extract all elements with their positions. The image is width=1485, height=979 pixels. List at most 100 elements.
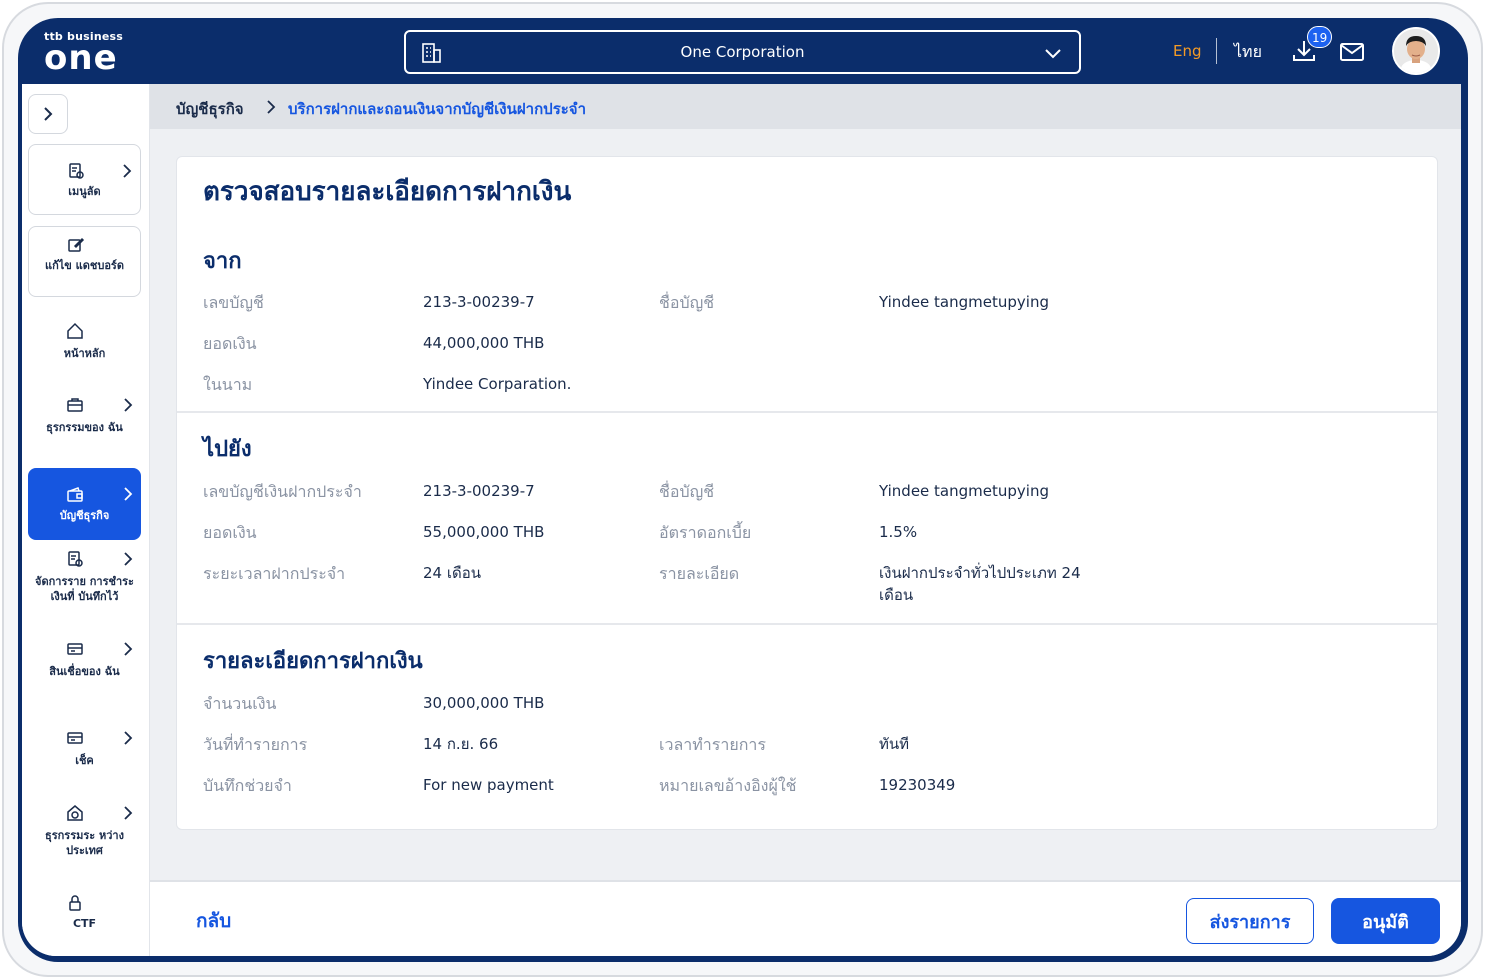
sidebar-item-my-transactions[interactable]: ธุรกรรมของ ฉัน xyxy=(28,384,141,456)
deposit-date: 14 ก.ย. 66 xyxy=(423,735,499,753)
approve-button[interactable]: อนุมัติ xyxy=(1331,898,1440,944)
sidebar-item-edit-dashboard[interactable]: แก้ไข แดชบอร์ด xyxy=(28,226,141,297)
to-term: 24 เดือน xyxy=(423,564,481,582)
deposit-memo: For new payment xyxy=(423,776,554,794)
deposit-amount: 30,000,000 THB xyxy=(423,694,545,712)
to-detail-label: รายละเอียด xyxy=(659,564,740,583)
deposit-time-label: เวลาทำรายการ xyxy=(659,735,766,754)
from-account-no: 213-3-00239-7 xyxy=(423,293,535,311)
lang-divider xyxy=(1216,38,1217,64)
home-icon xyxy=(67,322,83,339)
to-account-no: 213-3-00239-7 xyxy=(423,482,535,500)
submit-button[interactable]: ส่งรายการ xyxy=(1186,898,1314,944)
sidebar-item-label: จัดการราย การชำระเงินที่ บันทึกไว้ xyxy=(35,575,134,603)
sidebar-item-saved-payments[interactable]: จัดการราย การชำระเงินที่ บันทึกไว้ xyxy=(28,550,141,640)
sidebar-item-my-loans[interactable]: สินเชื่อของ ฉัน xyxy=(28,640,141,712)
section-divider xyxy=(177,411,1437,413)
lang-thai-button[interactable]: ไทย xyxy=(1234,40,1262,65)
avatar-photo xyxy=(1394,29,1438,73)
sidebar-item-shortcut-menu[interactable]: เมนูลัด xyxy=(28,144,141,215)
page-title: ตรวจสอบรายละเอียดการฝากเงิน xyxy=(203,177,572,207)
sidebar-item-label: เช็ค xyxy=(75,754,94,767)
download-count-badge: 19 xyxy=(1307,26,1333,48)
breadcrumb-current: บริการฝากและถอนเงินจากบัญชีเงินฝากประจำ xyxy=(288,100,587,118)
to-section-title: ไปยัง xyxy=(203,437,252,462)
app-window: ttb business one One Corporation Eng ไทย… xyxy=(18,18,1468,962)
chevron-right-icon xyxy=(124,552,133,566)
sidebar-item-label: สินเชื่อของ ฉัน xyxy=(49,665,120,678)
sidebar-item-label: ธุรกรรมของ ฉัน xyxy=(46,421,123,434)
deposit-ref: 19230349 xyxy=(879,776,956,794)
chevron-right-icon xyxy=(124,642,133,656)
edit-icon xyxy=(68,237,85,252)
briefcase-icon xyxy=(67,398,83,412)
chevron-right-icon xyxy=(44,107,53,121)
lock-icon xyxy=(69,895,81,911)
from-on-behalf-label: ในนาม xyxy=(203,375,253,394)
wallet-icon xyxy=(67,487,83,502)
deposit-amount-label: จำนวนเงิน xyxy=(203,694,277,713)
brand-big: one xyxy=(44,38,118,78)
chevron-right-icon xyxy=(124,806,133,820)
user-avatar[interactable] xyxy=(1392,27,1440,75)
sidebar-item-cheque[interactable]: เช็ค xyxy=(28,729,141,789)
document-edit-icon xyxy=(69,163,84,179)
sidebar-item-label: หน้าหลัก xyxy=(63,347,106,360)
to-rate: 1.5% xyxy=(879,523,918,541)
corporation-name: One Corporation xyxy=(680,43,805,61)
from-account-name-label: ชื่อบัญชี xyxy=(659,293,715,312)
bank-globe-icon xyxy=(67,805,83,821)
sidebar-item-label: บัญชีธุรกิจ xyxy=(59,509,110,522)
to-term-label: ระยะเวลาฝากประจำ xyxy=(203,564,346,583)
sidebar-item-business-account[interactable]: บัญชีธุรกิจ xyxy=(28,468,141,540)
deposit-memo-label: บันทึกช่วยจำ xyxy=(203,776,292,795)
brand-logo[interactable]: ttb business one xyxy=(44,30,164,78)
to-account-name-label: ชื่อบัญชี xyxy=(659,482,715,501)
to-balance: 55,000,000 THB xyxy=(423,523,545,541)
sidebar-item-label: แก้ไข แดชบอร์ด xyxy=(45,259,124,272)
to-rate-label: อัตราดอกเบี้ย xyxy=(659,523,752,542)
from-balance: 44,000,000 THB xyxy=(423,334,545,352)
to-balance-label: ยอดเงิน xyxy=(203,523,257,542)
action-footer: กลับ ส่งรายการ อนุมัติ xyxy=(150,880,1461,956)
chevron-right-icon xyxy=(124,487,133,501)
cheque-icon xyxy=(67,732,83,744)
breadcrumb-business-account[interactable]: บัญชีธุรกิจ xyxy=(176,97,244,121)
deposit-time: ทันที xyxy=(879,735,910,753)
sidebar-item-ctf[interactable]: CTF xyxy=(28,892,141,942)
sidebar-expand-button[interactable] xyxy=(28,94,68,134)
document-list-icon xyxy=(68,551,83,567)
building-icon xyxy=(422,43,441,63)
chevron-right-icon xyxy=(124,398,133,412)
to-account-no-label: เลขบัญชีเงินฝากประจำ xyxy=(203,482,362,501)
sidebar-item-label: CTF xyxy=(72,917,97,930)
to-detail-line2: เดือน xyxy=(879,586,914,604)
sidebar-item-international[interactable]: ธุรกรรมระ หว่างประเทศ xyxy=(28,802,141,874)
from-on-behalf: Yindee Corparation. xyxy=(423,375,572,393)
sidebar-item-label: เมนูลัด xyxy=(68,185,101,198)
sidebar-item-home[interactable]: หน้าหลัก xyxy=(28,312,141,372)
from-balance-label: ยอดเงิน xyxy=(203,334,257,353)
from-account-name: Yindee tangmetupying xyxy=(879,293,1049,311)
sidebar-item-label: ธุรกรรมระ หว่างประเทศ xyxy=(45,829,124,857)
sidebar: เมนูลัด แก้ไข แดชบอร์ด หน้าหลัก ธุรกรรมข… xyxy=(22,84,150,956)
chevron-right-icon xyxy=(124,731,133,745)
to-detail-line1: เงินฝากประจำทั่วไปประเภท 24 xyxy=(879,564,1081,582)
deposit-date-label: วันที่ทำรายการ xyxy=(203,735,308,754)
lang-english-button[interactable]: Eng xyxy=(1173,42,1202,60)
from-account-no-label: เลขบัญชี xyxy=(203,293,264,312)
chevron-right-icon xyxy=(123,164,132,178)
section-divider xyxy=(177,623,1437,625)
top-bar: ttb business one One Corporation Eng ไทย… xyxy=(18,18,1468,84)
review-card: ตรวจสอบรายละเอียดการฝากเงิน จาก เลขบัญชี… xyxy=(176,156,1438,830)
card-icon xyxy=(67,643,83,655)
chevron-right-icon xyxy=(267,100,276,114)
chevron-down-icon xyxy=(1045,49,1061,59)
deposit-section-title: รายละเอียดการฝากเงิน xyxy=(203,649,423,674)
corporation-dropdown[interactable]: One Corporation xyxy=(404,30,1081,74)
main-screen: เมนูลัด แก้ไข แดชบอร์ด หน้าหลัก ธุรกรรมข… xyxy=(22,84,1461,956)
mail-icon[interactable] xyxy=(1339,40,1365,64)
back-button[interactable]: กลับ xyxy=(196,906,231,936)
breadcrumb: บัญชีธุรกิจ บริการฝากและถอนเงินจากบัญชีเ… xyxy=(150,84,1461,129)
from-section-title: จาก xyxy=(203,249,242,274)
